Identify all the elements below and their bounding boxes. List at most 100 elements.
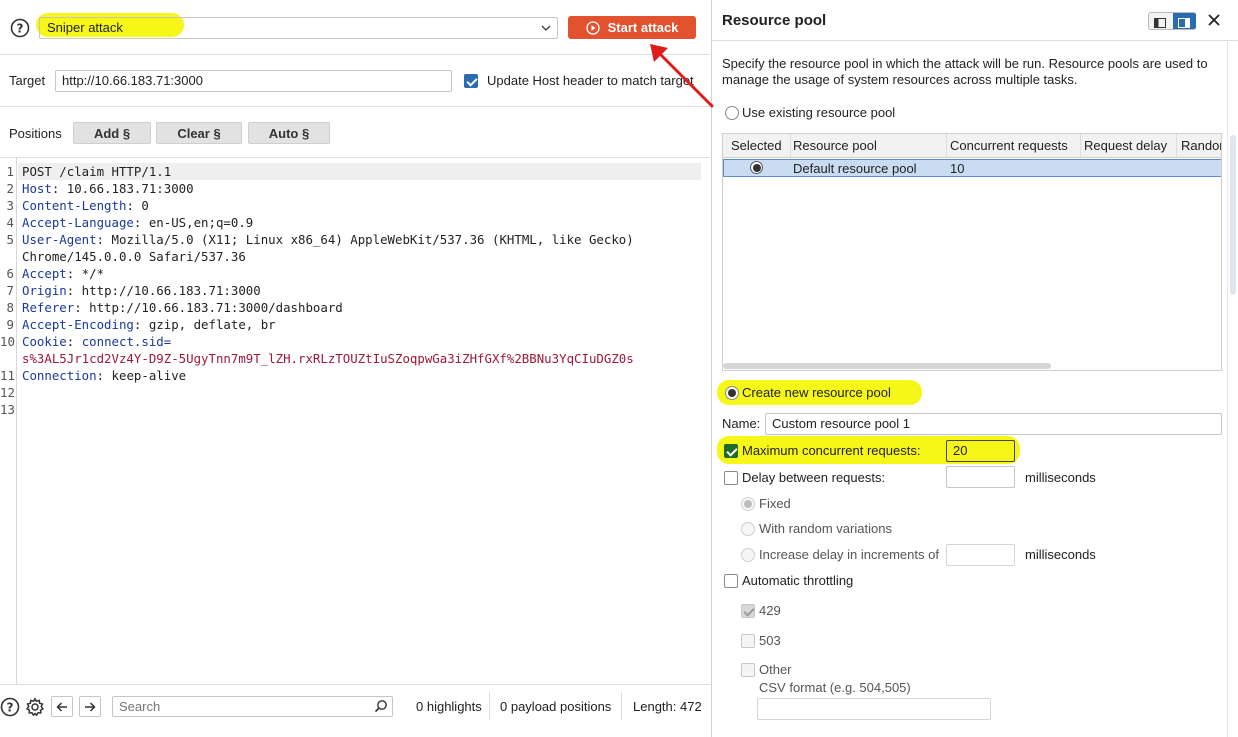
header-concurrent[interactable]: Concurrent requests: [950, 138, 1068, 153]
pool-name-input[interactable]: Custom resource pool 1: [765, 413, 1222, 435]
increase-delay-input[interactable]: [946, 544, 1015, 566]
layout-split-icon[interactable]: [1154, 16, 1166, 31]
name-label: Name:: [722, 416, 761, 431]
auto-throttling-checkbox[interactable]: [724, 574, 738, 588]
payload-positions-count: 0 payload positions: [500, 699, 612, 714]
increase-delay-radio[interactable]: [741, 548, 755, 562]
header-value: Chrome/145.0.0.0 Safari/537.36: [22, 249, 246, 264]
request-line[interactable]: s%3AL5Jr1cd2Vz4Y-D9Z-5UgyTnn7m9T_lZH.rxR…: [0, 350, 705, 367]
request-line[interactable]: 1 POST /claim HTTP/1.1: [0, 163, 705, 180]
request-editor[interactable]: 1 POST /claim HTTP/1.1 2 Host: 10.66.183.71…: [0, 158, 710, 684]
target-input[interactable]: http://10.66.183.71:3000: [55, 70, 452, 92]
request-line[interactable]: 12: [0, 384, 705, 401]
request-line[interactable]: 2 Host: 10.66.183.71:3000: [0, 180, 705, 197]
use-existing-radio[interactable]: [725, 106, 739, 120]
line-number: 6: [6, 266, 14, 281]
auto-marker-button[interactable]: Auto §: [248, 122, 330, 144]
delay-checkbox[interactable]: [724, 471, 738, 485]
request-line[interactable]: 13: [0, 401, 705, 418]
close-icon[interactable]: [1207, 13, 1221, 30]
layout-toggle[interactable]: [1148, 12, 1196, 30]
panel-scrollbar[interactable]: [1230, 135, 1236, 295]
line-number: 9: [6, 317, 14, 332]
max-concurrent-input[interactable]: 20: [946, 440, 1015, 462]
gear-icon[interactable]: [25, 697, 45, 717]
panel-title: Resource pool: [722, 12, 827, 29]
request-lines: 1 POST /claim HTTP/1.1 2 Host: 10.66.183.71…: [0, 163, 705, 418]
target-label: Target: [9, 73, 46, 88]
random-variations-radio[interactable]: [741, 522, 755, 536]
help-icon[interactable]: ?: [10, 18, 30, 38]
line-number: 7: [6, 283, 14, 298]
back-button[interactable]: [51, 696, 73, 717]
line-text: Chrome/145.0.0.0 Safari/537.36: [22, 248, 246, 265]
line-number: 5: [6, 232, 14, 247]
line-text: Connection: keep-alive: [22, 367, 186, 384]
start-attack-label: Start attack: [607, 20, 679, 35]
resource-pool-panel: Resource pool Specify the resource pool …: [712, 0, 1238, 737]
start-attack-button[interactable]: Start attack: [568, 16, 696, 39]
request-line[interactable]: Chrome/145.0.0.0 Safari/537.36: [0, 248, 705, 265]
chevron-down-icon: [540, 22, 552, 37]
other-codes-checkbox[interactable]: [741, 663, 755, 677]
request-line[interactable]: 8 Referer: http://10.66.183.71:3000/dashb…: [0, 299, 705, 316]
resource-pool-table[interactable]: Selected Resource pool Concurrent reques…: [722, 133, 1222, 371]
line-text: Cookie: connect.sid=: [22, 333, 171, 350]
header-random[interactable]: Random: [1181, 138, 1221, 153]
request-line[interactable]: 10 Cookie: connect.sid=: [0, 333, 705, 350]
column-divider: [946, 134, 947, 158]
request-line[interactable]: 9 Accept-Encoding: gzip, deflate, br: [0, 316, 705, 333]
divider: [0, 684, 710, 685]
header-value: : http://10.66.183.71:3000/dashboard: [74, 300, 343, 315]
forward-button[interactable]: [79, 696, 101, 717]
header-resource-pool[interactable]: Resource pool: [793, 138, 877, 153]
code-503-label: 503: [759, 633, 781, 648]
divider: [712, 40, 1238, 41]
request-line[interactable]: 11 Connection: keep-alive: [0, 367, 705, 384]
attack-type-value: Sniper attack: [47, 20, 123, 35]
increase-milliseconds-label: milliseconds: [1025, 547, 1096, 562]
resource-pool-description: Specify the resource pool in which the a…: [722, 56, 1208, 87]
search-input[interactable]: [112, 696, 393, 717]
request-length: Length: 472: [633, 699, 702, 714]
code-503-checkbox[interactable]: [741, 634, 755, 648]
create-new-radio[interactable]: [725, 386, 739, 400]
line-number: 12: [0, 385, 15, 400]
table-scrollbar[interactable]: [723, 363, 1051, 369]
fixed-radio[interactable]: [741, 497, 755, 511]
svg-text:?: ?: [17, 22, 24, 36]
header-delay[interactable]: Request delay: [1084, 138, 1167, 153]
header-name: Referer: [22, 300, 75, 315]
other-codes-input[interactable]: [757, 698, 991, 720]
row-selected-radio[interactable]: [750, 161, 763, 174]
add-marker-button[interactable]: Add §: [73, 122, 151, 144]
max-concurrent-checkbox[interactable]: [724, 444, 738, 458]
line-number: 13: [0, 402, 15, 417]
play-icon: [585, 20, 600, 35]
table-row[interactable]: Default resource pool 10: [723, 159, 1221, 177]
delay-input[interactable]: [946, 466, 1015, 488]
increase-delay-label: Increase delay in increments of: [759, 547, 939, 562]
annotation-arrow: [650, 44, 714, 108]
request-line[interactable]: 7 Origin: http://10.66.183.71:3000: [0, 282, 705, 299]
header-selected[interactable]: Selected: [731, 138, 782, 153]
request-line[interactable]: 4 Accept-Language: en-US,en;q=0.9: [0, 214, 705, 231]
clear-marker-button[interactable]: Clear §: [156, 122, 242, 144]
request-line[interactable]: 6 Accept: */*: [0, 265, 705, 282]
divider: [0, 54, 710, 55]
header-value: : connect.sid=: [66, 334, 172, 349]
divider: [621, 692, 622, 720]
column-divider: [790, 134, 791, 158]
layout-panel-active[interactable]: [1173, 13, 1196, 29]
request-line[interactable]: 5 User-Agent: Mozilla/5.0 (X11; Linux x86…: [0, 231, 705, 248]
help-icon[interactable]: ?: [0, 697, 20, 717]
search-icon[interactable]: [374, 699, 388, 713]
request-line[interactable]: 3 Content-Length: 0: [0, 197, 705, 214]
attack-type-select[interactable]: Sniper attack: [39, 17, 558, 39]
update-host-checkbox[interactable]: [464, 74, 478, 88]
code-429-checkbox[interactable]: [741, 604, 755, 618]
random-variations-label: With random variations: [759, 521, 892, 536]
line-number: 1: [6, 164, 14, 179]
row-pool-name: Default resource pool: [793, 161, 917, 176]
divider: [1227, 42, 1228, 737]
